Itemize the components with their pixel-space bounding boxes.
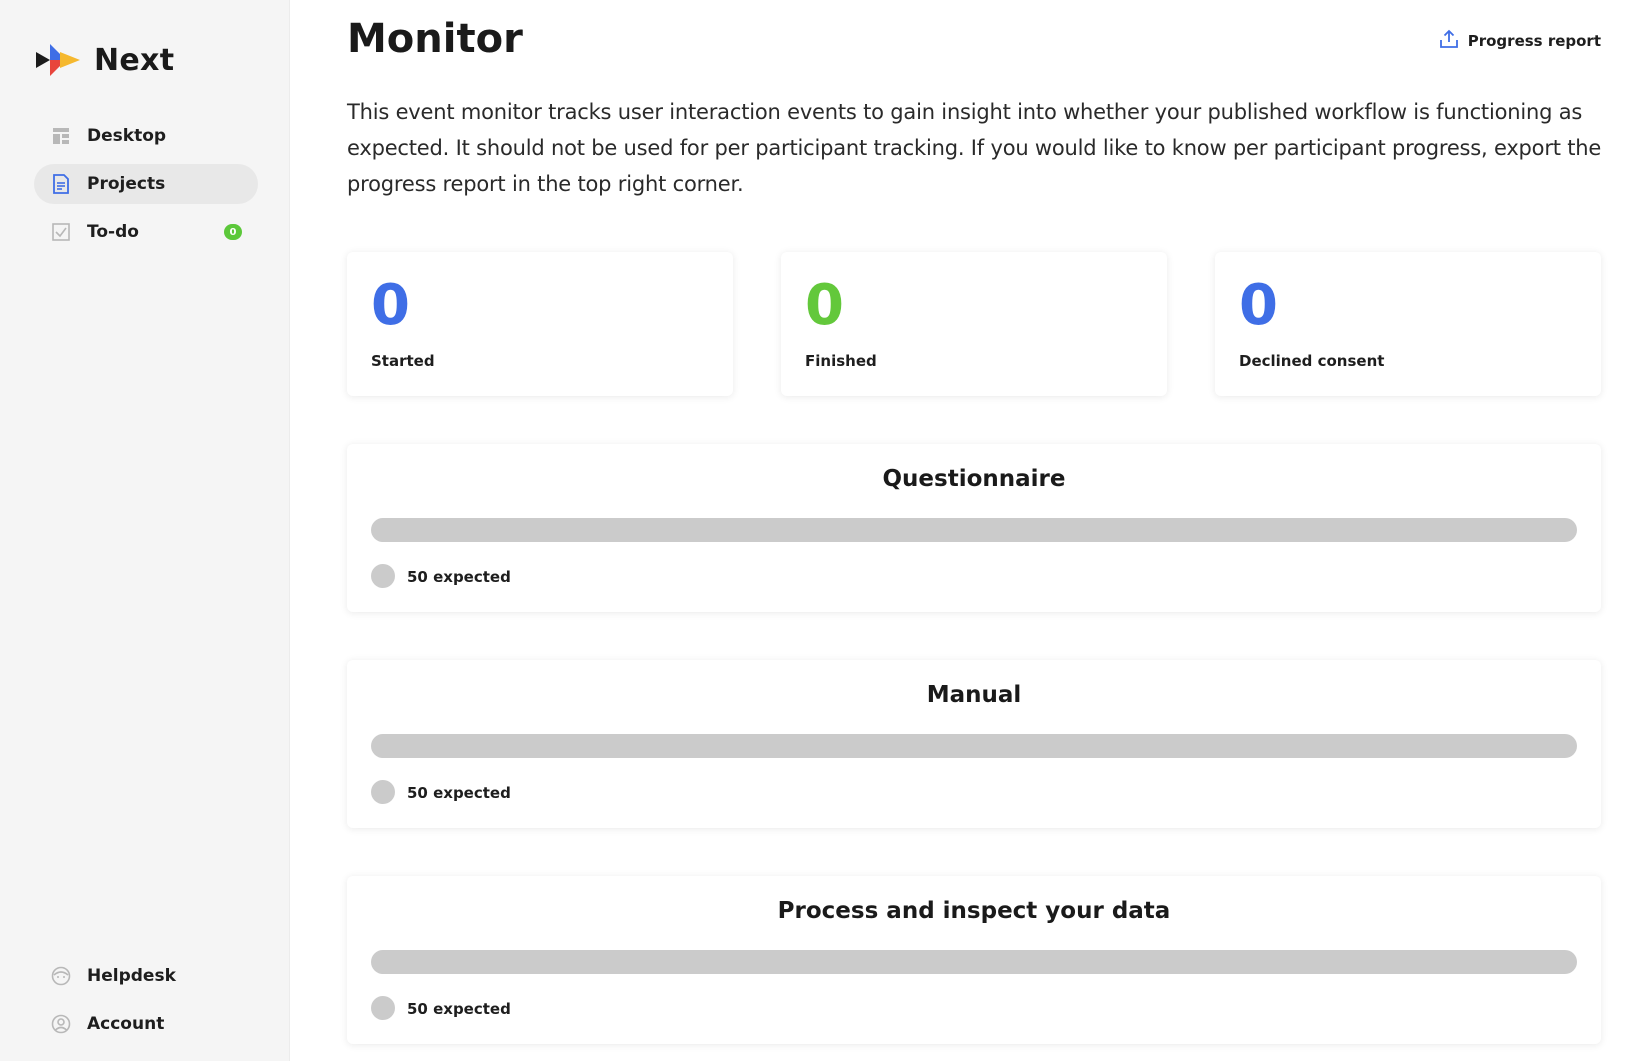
export-icon [1438,28,1460,54]
progress-bar [371,950,1577,974]
section-title: Questionnaire [882,466,1066,492]
progress-bar [371,518,1577,542]
sidebar-item-label: Desktop [87,126,167,146]
sidebar-item-helpdesk[interactable]: Helpdesk [34,956,258,996]
stat-value: 0 [1239,273,1278,338]
stat-card-declined-consent: 0 Declined consent [1215,252,1601,396]
logo-icon [36,44,80,76]
legend-dot [371,780,395,804]
sidebar-item-label: To-do [87,222,139,242]
page-title: Monitor [347,16,523,62]
main-content: Monitor Progress report This event monit… [347,0,1601,1061]
document-icon [51,174,71,194]
sidebar-item-desktop[interactable]: Desktop [34,116,258,156]
stat-value: 0 [371,273,410,338]
section-card-process-data: Process and inspect your data 50 expecte… [347,876,1601,1044]
legend-label: 50 expected [407,784,511,802]
stat-label: Started [371,352,435,370]
progress-bar [371,734,1577,758]
progress-report-button[interactable]: Progress report [1438,28,1601,54]
legend-dot [371,564,395,588]
legend-dot [371,996,395,1020]
section-title: Manual [926,682,1022,708]
app-name: Next [94,42,175,78]
sidebar-item-projects[interactable]: Projects [34,164,258,204]
dashboard-icon [51,126,71,146]
stat-card-finished: 0 Finished [781,252,1167,396]
section-card-questionnaire: Questionnaire 50 expected [347,444,1601,612]
sidebar: Next Desktop Projects To-do 0 Helpdesk A… [0,0,290,1061]
stat-label: Declined consent [1239,352,1385,370]
checkbox-icon [51,222,71,242]
legend-label: 50 expected [407,1000,511,1018]
stat-card-started: 0 Started [347,252,733,396]
app-logo[interactable]: Next [36,42,174,78]
sidebar-item-todo[interactable]: To-do 0 [34,212,258,252]
account-icon [51,1014,71,1034]
sidebar-item-label: Helpdesk [87,966,176,986]
stat-label: Finished [805,352,877,370]
sidebar-item-label: Account [87,1014,165,1034]
monitor-description: This event monitor tracks user interacti… [347,100,1602,196]
legend-label: 50 expected [407,568,511,586]
todo-count-badge: 0 [224,224,242,240]
progress-report-label: Progress report [1467,32,1601,50]
helpdesk-icon [51,966,71,986]
section-title: Process and inspect your data [777,898,1171,924]
section-card-manual: Manual 50 expected [347,660,1601,828]
sidebar-item-label: Projects [87,174,166,194]
sidebar-item-account[interactable]: Account [34,1004,258,1044]
stat-value: 0 [805,273,844,338]
